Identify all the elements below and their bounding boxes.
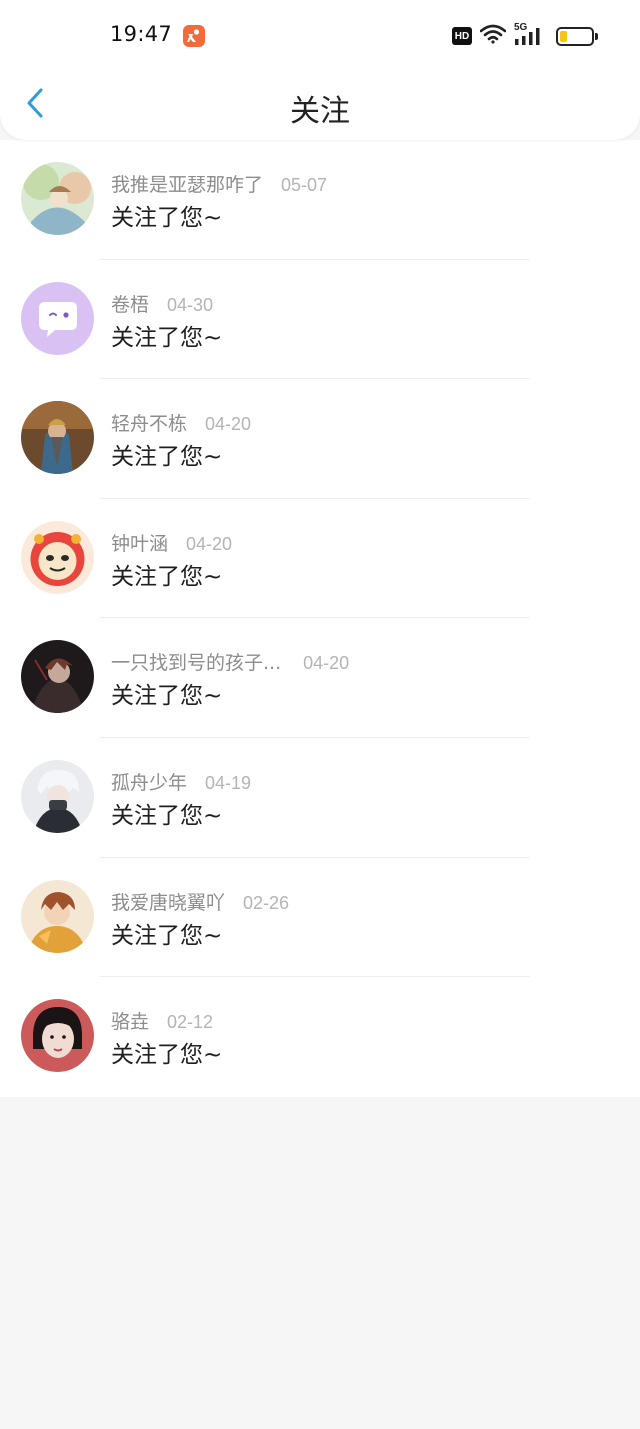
avatar[interactable] [21,999,94,1073]
user-name[interactable]: 钟叶涵 [111,529,168,556]
battery-icon [556,26,598,46]
status-time: 19:47 [110,22,173,46]
header: 19:47 HD 5G 关注 [0,0,640,140]
status-bar: 19:47 HD 5G [0,0,640,72]
user-name[interactable]: 轻舟不栋 [111,409,187,436]
list-item[interactable]: 一只找到号的孩子... 04-20 关注了您~ [0,618,640,738]
item-meta: 卷梧 04-30 [111,290,213,317]
status-icons: HD 5G [452,22,598,48]
item-date: 04-19 [205,772,252,793]
item-date: 02-26 [243,892,290,913]
list-item[interactable]: 卷梧 04-30 关注了您~ [0,260,640,380]
item-message: 关注了您~ [111,683,223,710]
list-item[interactable]: 孤舟少年 04-19 关注了您~ [0,738,640,858]
item-date: 04-30 [167,294,214,315]
item-date: 04-20 [205,414,252,435]
item-date: 04-20 [186,533,233,554]
avatar[interactable] [21,401,94,475]
item-date: 02-12 [167,1012,214,1033]
item-meta: 钟叶涵 04-20 [111,529,232,556]
nav-bar: 关注 [0,72,640,140]
item-meta: 孤舟少年 04-19 [111,768,251,795]
item-date: 04-20 [303,653,350,674]
item-meta: 我推是亚瑟那咋了 05-07 [111,170,327,197]
user-name[interactable]: 一只找到号的孩子... [111,648,281,675]
item-message: 关注了您~ [111,1042,223,1069]
list-item[interactable]: 骆垚 02-12 关注了您~ [0,977,640,1097]
avatar[interactable] [21,281,94,355]
item-message: 关注了您~ [111,444,223,471]
user-name[interactable]: 骆垚 [111,1007,149,1034]
user-name[interactable]: 孤舟少年 [111,768,187,795]
item-date: 05-07 [281,175,328,195]
list-item[interactable]: 我爱唐晓翼吖 02-26 关注了您~ [0,858,640,978]
item-message: 关注了您~ [111,922,223,949]
avatar[interactable] [21,879,94,953]
app-notification-icon [183,25,205,47]
item-message: 关注了您~ [111,205,223,231]
page-title: 关注 [290,94,350,129]
item-message: 关注了您~ [111,324,223,351]
avatar[interactable] [21,759,94,833]
follow-notification-list: 我推是亚瑟那咋了 05-07 关注了您~ 卷梧 04-30 关注了您~ 轻舟不栋… [0,140,640,1097]
item-meta: 轻舟不栋 04-20 [111,409,251,436]
list-item[interactable]: 钟叶涵 04-20 关注了您~ [0,499,640,619]
wifi-icon [479,24,507,48]
user-name[interactable]: 卷梧 [111,290,149,317]
item-message: 关注了您~ [111,802,223,829]
avatar[interactable] [21,520,94,594]
avatar[interactable] [21,162,94,235]
battery-level [560,30,567,42]
user-name[interactable]: 我爱唐晓翼吖 [111,888,225,915]
avatar[interactable] [21,640,94,714]
list-item[interactable]: 我推是亚瑟那咋了 05-07 关注了您~ [0,140,640,260]
cellular-signal-icon: 5G [514,22,544,47]
item-meta: 一只找到号的孩子... 04-20 [111,648,349,675]
item-meta: 骆垚 02-12 [111,1007,213,1034]
item-meta: 我爱唐晓翼吖 02-26 [111,888,289,915]
item-message: 关注了您~ [111,563,223,590]
hd-icon: HD [452,27,472,45]
user-name[interactable]: 我推是亚瑟那咋了 [111,170,263,197]
list-item[interactable]: 轻舟不栋 04-20 关注了您~ [0,379,640,499]
